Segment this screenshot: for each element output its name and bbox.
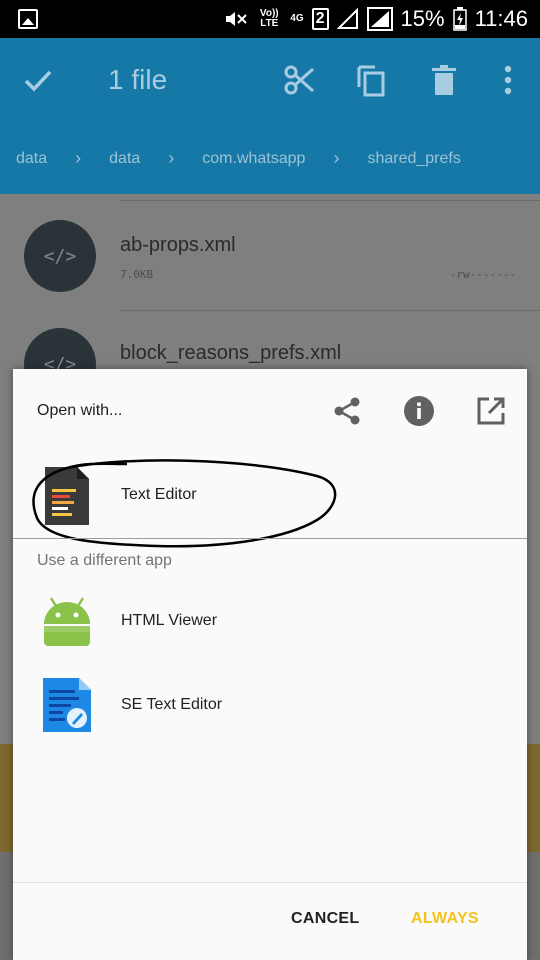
app-row-se-text-editor[interactable]: SE Text Editor (13, 664, 527, 748)
section-subheading: Use a different app (37, 552, 172, 569)
network-type: 4G (290, 13, 304, 24)
copy-icon[interactable] (353, 62, 389, 98)
volte-indicator: Vo)) LTE (259, 8, 279, 29)
app-row-html-viewer[interactable]: HTML Viewer (13, 580, 527, 664)
divider (120, 310, 540, 311)
app-label: SE Text Editor (121, 696, 223, 713)
mute-icon (226, 12, 247, 26)
cancel-button[interactable]: CANCEL (291, 910, 359, 928)
battery-percent: 15% (400, 6, 445, 31)
divider (120, 200, 540, 201)
share-icon[interactable] (329, 393, 365, 429)
file-name: block_reasons_prefs.xml (120, 342, 342, 364)
selection-count: 1 file (108, 64, 168, 95)
breadcrumb-item-current[interactable]: shared_prefs (367, 150, 460, 168)
battery-charging-icon (452, 7, 467, 31)
info-icon[interactable] (401, 393, 437, 429)
app-label: HTML Viewer (121, 612, 218, 629)
status-bar: Vo)) LTE 4G 2 15% 11:46 (0, 0, 540, 38)
cut-icon[interactable] (282, 62, 318, 98)
list-item[interactable]: </> ab-props.xml 7.0KB -rw------- (0, 220, 540, 330)
open-with-dialog: Open with... Text Editor Use a different… (13, 369, 527, 960)
breadcrumb: data › data › com.whatsapp › shared_pref… (16, 148, 461, 169)
signal-icon-2 (366, 7, 393, 31)
signal-icon-1 (336, 8, 358, 29)
breadcrumb-item[interactable]: data (109, 150, 140, 168)
check-icon[interactable] (20, 62, 56, 98)
divider (13, 538, 527, 539)
file-name: ab-props.xml (120, 234, 236, 256)
android-icon (44, 597, 90, 646)
clock: 11:46 (474, 6, 528, 31)
app-bar: 1 file data › data › com.whatsapp › shar… (0, 38, 540, 194)
gallery-notification-icon (18, 9, 38, 29)
file-permissions: -rw------- (449, 268, 516, 281)
open-external-icon[interactable] (473, 393, 509, 429)
chevron-right-icon: › (168, 148, 175, 168)
text-editor-icon (45, 467, 89, 525)
breadcrumb-item[interactable]: com.whatsapp (202, 150, 305, 168)
code-file-icon: </> (24, 220, 96, 292)
always-button[interactable]: ALWAYS (411, 910, 479, 928)
delete-icon[interactable] (426, 62, 462, 98)
status-icons: Vo)) LTE 4G 2 15% 11:46 (224, 0, 528, 38)
dialog-header: Open with... (13, 369, 527, 453)
more-vert-icon[interactable] (490, 62, 526, 98)
chevron-right-icon: › (333, 148, 340, 168)
primary-app-row[interactable]: Text Editor (13, 454, 527, 538)
chevron-right-icon: › (75, 148, 82, 168)
breadcrumb-item[interactable]: data (16, 150, 47, 168)
dialog-title: Open with... (37, 402, 123, 419)
app-label: Text Editor (121, 486, 197, 503)
divider (13, 882, 527, 883)
sim-indicator: 2 (311, 8, 329, 30)
file-size: 7.0KB (120, 268, 154, 281)
se-text-editor-icon (43, 678, 91, 732)
